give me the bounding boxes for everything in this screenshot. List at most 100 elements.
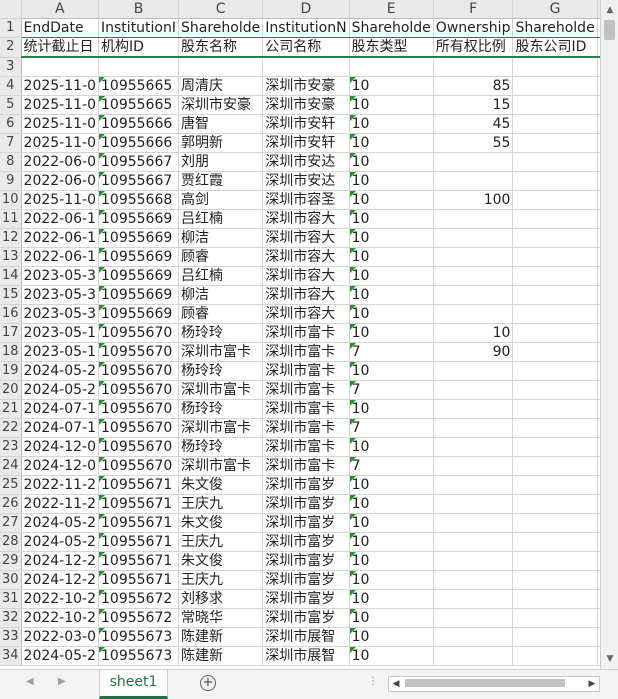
cell-b29[interactable]: 10955671 xyxy=(99,552,179,571)
cell-f2[interactable]: 所有权比例 xyxy=(433,38,513,58)
cell-d17[interactable]: 深圳市富卡 xyxy=(263,324,349,343)
cell-f30[interactable] xyxy=(433,571,513,590)
cell-d33[interactable]: 深圳市展智 xyxy=(263,628,349,647)
cell-f31[interactable] xyxy=(433,590,513,609)
cell-g34[interactable] xyxy=(513,647,597,666)
cell-d3[interactable] xyxy=(263,57,349,77)
cell-g19[interactable] xyxy=(513,362,597,381)
cell-e2[interactable]: 股东类型 xyxy=(349,38,433,58)
cell-f9[interactable] xyxy=(433,172,513,191)
cell-a11[interactable]: 2022-06-1 xyxy=(21,210,98,229)
cell-b7[interactable]: 10955666 xyxy=(99,134,179,153)
cell-g7[interactable] xyxy=(513,134,597,153)
cell-f7[interactable]: 55 xyxy=(433,134,513,153)
cell-f27[interactable] xyxy=(433,514,513,533)
cell-d4[interactable]: 深圳市安豪 xyxy=(263,77,349,96)
cell-c26[interactable]: 王庆九 xyxy=(179,495,263,514)
cell-b10[interactable]: 10955668 xyxy=(99,191,179,210)
cell-c15[interactable]: 柳洁 xyxy=(179,286,263,305)
cell-g33[interactable] xyxy=(513,628,597,647)
cell-e8[interactable]: 10 xyxy=(349,153,433,172)
cell-a13[interactable]: 2022-06-1 xyxy=(21,248,98,267)
cell-f11[interactable] xyxy=(433,210,513,229)
cell-a3[interactable] xyxy=(21,57,98,77)
cell-a4[interactable]: 2025-11-0 xyxy=(21,77,98,96)
cell-e12[interactable]: 10 xyxy=(349,229,433,248)
cell-g29[interactable] xyxy=(513,552,597,571)
cell-d7[interactable]: 深圳市安轩 xyxy=(263,134,349,153)
cell-g18[interactable] xyxy=(513,343,597,362)
cell-f1[interactable]: Ownership xyxy=(433,19,513,38)
cell-e14[interactable]: 10 xyxy=(349,267,433,286)
cell-b14[interactable]: 10955669 xyxy=(99,267,179,286)
cell-c18[interactable]: 深圳市富卡 xyxy=(179,343,263,362)
cell-a33[interactable]: 2022-03-0 xyxy=(21,628,98,647)
cell-b4[interactable]: 10955665 xyxy=(99,77,179,96)
column-header-e[interactable]: E xyxy=(349,0,433,19)
cell-e16[interactable]: 10 xyxy=(349,305,433,324)
cell-d34[interactable]: 深圳市展智 xyxy=(263,647,349,666)
vertical-scroll-thumb[interactable] xyxy=(604,20,615,40)
cell-d31[interactable]: 深圳市富岁 xyxy=(263,590,349,609)
cell-a1[interactable]: EndDate xyxy=(21,19,98,38)
cell-g10[interactable] xyxy=(513,191,597,210)
cell-e25[interactable]: 10 xyxy=(349,476,433,495)
cell-a16[interactable]: 2023-05-3 xyxy=(21,305,98,324)
cell-f16[interactable] xyxy=(433,305,513,324)
cell-b28[interactable]: 10955671 xyxy=(99,533,179,552)
cell-d19[interactable]: 深圳市富卡 xyxy=(263,362,349,381)
cell-f8[interactable] xyxy=(433,153,513,172)
cell-e33[interactable]: 10 xyxy=(349,628,433,647)
cell-g31[interactable] xyxy=(513,590,597,609)
next-sheet-icon[interactable]: ▶ xyxy=(58,676,66,687)
cell-d12[interactable]: 深圳市容大 xyxy=(263,229,349,248)
cell-g27[interactable] xyxy=(513,514,597,533)
cell-c28[interactable]: 王庆九 xyxy=(179,533,263,552)
cell-a15[interactable]: 2023-05-3 xyxy=(21,286,98,305)
cell-e15[interactable]: 10 xyxy=(349,286,433,305)
cell-a12[interactable]: 2022-06-1 xyxy=(21,229,98,248)
cell-a34[interactable]: 2024-05-2 xyxy=(21,647,98,666)
cell-d14[interactable]: 深圳市容大 xyxy=(263,267,349,286)
cell-c22[interactable]: 深圳市富卡 xyxy=(179,419,263,438)
cell-a31[interactable]: 2022-10-2 xyxy=(21,590,98,609)
cell-a25[interactable]: 2022-11-2 xyxy=(21,476,98,495)
cell-e9[interactable]: 10 xyxy=(349,172,433,191)
cell-c8[interactable]: 刘朋 xyxy=(179,153,263,172)
cell-d26[interactable]: 深圳市富岁 xyxy=(263,495,349,514)
cell-e3[interactable] xyxy=(349,57,433,77)
cell-g22[interactable] xyxy=(513,419,597,438)
cell-a29[interactable]: 2024-12-2 xyxy=(21,552,98,571)
row-header[interactable]: 14 xyxy=(0,267,21,286)
cell-d5[interactable]: 深圳市安豪 xyxy=(263,96,349,115)
vertical-scrollbar[interactable]: ▲ ▼ xyxy=(600,0,618,669)
cell-g17[interactable] xyxy=(513,324,597,343)
cell-c27[interactable]: 朱文俊 xyxy=(179,514,263,533)
cell-c10[interactable]: 高剑 xyxy=(179,191,263,210)
cell-b32[interactable]: 10955672 xyxy=(99,609,179,628)
cell-c29[interactable]: 朱文俊 xyxy=(179,552,263,571)
cell-e10[interactable]: 10 xyxy=(349,191,433,210)
row-header[interactable]: 4 xyxy=(0,77,21,96)
cell-g14[interactable] xyxy=(513,267,597,286)
cell-f22[interactable] xyxy=(433,419,513,438)
cell-b26[interactable]: 10955671 xyxy=(99,495,179,514)
cell-d13[interactable]: 深圳市容大 xyxy=(263,248,349,267)
cell-d21[interactable]: 深圳市富卡 xyxy=(263,400,349,419)
row-header[interactable]: 5 xyxy=(0,96,21,115)
row-header[interactable]: 7 xyxy=(0,134,21,153)
cell-d23[interactable]: 深圳市富卡 xyxy=(263,438,349,457)
cell-c9[interactable]: 贾红霞 xyxy=(179,172,263,191)
horizontal-scroll-thumb[interactable] xyxy=(405,679,565,687)
cell-b19[interactable]: 10955670 xyxy=(99,362,179,381)
cell-f6[interactable]: 45 xyxy=(433,115,513,134)
cell-e32[interactable]: 10 xyxy=(349,609,433,628)
cell-e29[interactable]: 10 xyxy=(349,552,433,571)
row-header[interactable]: 12 xyxy=(0,229,21,248)
cell-f24[interactable] xyxy=(433,457,513,476)
more-options-icon[interactable]: ⋮ xyxy=(368,676,378,687)
cell-g25[interactable] xyxy=(513,476,597,495)
cell-g32[interactable] xyxy=(513,609,597,628)
add-sheet-icon[interactable]: + xyxy=(200,675,216,691)
horizontal-scrollbar[interactable]: ◀ ▶ xyxy=(388,676,600,692)
